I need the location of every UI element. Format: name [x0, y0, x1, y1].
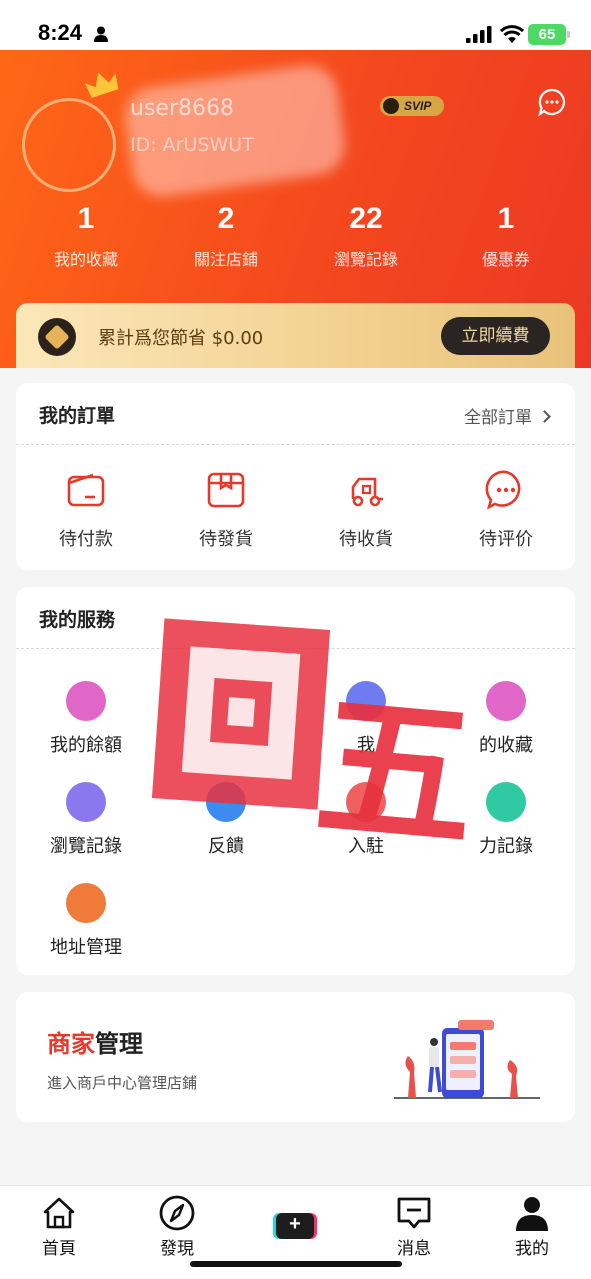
service-balance[interactable]: 我的餘額 — [16, 681, 156, 757]
stamp-char-five: 五 — [309, 674, 483, 872]
status-time: 8:24 — [38, 20, 83, 45]
stat-followed-stores[interactable]: 2 關注店鋪 — [156, 202, 296, 270]
wifi-icon — [500, 25, 524, 43]
tab-home[interactable]: 首頁 — [14, 1194, 104, 1259]
all-orders-link[interactable]: 全部訂單 — [464, 403, 551, 428]
home-indicator — [190, 1261, 402, 1267]
renew-button[interactable]: 立即續費 — [441, 317, 550, 355]
stat-value: 1 — [77, 202, 95, 235]
services-title: 我的服務 — [39, 609, 116, 631]
battery-indicator: 65 — [528, 24, 570, 45]
publish-button[interactable]: + — [276, 1213, 314, 1239]
avatar[interactable] — [22, 98, 116, 192]
chevron-right-icon — [538, 410, 551, 423]
merchant-card[interactable]: 商家管理 進入商戶中心管理店鋪 — [16, 992, 575, 1122]
orders-card: 我的訂單 全部訂單 待付款 待發貨 待收貨 待评价 — [16, 383, 575, 570]
comment-icon — [485, 470, 521, 510]
tab-me[interactable]: 我的 — [487, 1194, 577, 1259]
stat-value: 2 — [217, 202, 235, 235]
divider — [16, 444, 575, 445]
signal-icon — [466, 26, 492, 43]
footprint-icon — [66, 782, 106, 822]
box-icon — [207, 472, 245, 508]
stamp-overlay: 五 — [148, 610, 508, 871]
money-bag-icon — [66, 681, 106, 721]
stat-value: 1 — [497, 202, 515, 235]
order-pending-payment[interactable]: 待付款 — [16, 469, 156, 551]
tab-messages[interactable]: 消息 — [369, 1194, 459, 1259]
vip-diamond-icon — [38, 318, 76, 356]
redaction-mask — [121, 61, 349, 201]
order-pending-receipt[interactable]: 待收貨 — [296, 469, 436, 551]
crown-icon — [84, 72, 119, 98]
merchant-title: 商家管理 — [47, 1030, 143, 1058]
stat-label: 關注店鋪 — [193, 250, 258, 269]
compass-icon — [159, 1195, 195, 1231]
service-history[interactable]: 瀏覽記錄 — [16, 782, 156, 858]
merchant-subtitle: 進入商戶中心管理店鋪 — [47, 1074, 198, 1092]
stat-label: 優惠券 — [481, 250, 530, 269]
diamond-icon — [383, 98, 399, 114]
message-icon — [397, 1197, 431, 1229]
chat-bubble-icon[interactable] — [538, 88, 566, 116]
svip-badge[interactable]: SVIP — [380, 96, 444, 116]
truck-icon — [351, 477, 383, 507]
order-pending-shipment[interactable]: 待發貨 — [156, 469, 296, 551]
profile-header: user8668 ID: ArUSWUT SVIP 1 我的收藏 2 關注店鋪 … — [0, 50, 591, 368]
stat-history[interactable]: 22 瀏覽記錄 — [296, 202, 436, 270]
stat-favorites[interactable]: 1 我的收藏 — [16, 202, 156, 270]
wallet-icon — [67, 473, 105, 507]
stat-coupons[interactable]: 1 優惠券 — [436, 202, 576, 270]
savings-text: 累計爲您節省 $0.00 — [98, 328, 264, 349]
stat-label: 瀏覽記錄 — [333, 250, 398, 269]
order-pending-review[interactable]: 待评价 — [436, 469, 576, 551]
merchant-illustration — [394, 1020, 540, 1099]
person-icon — [516, 1197, 548, 1231]
vip-savings-bar: 累計爲您節省 $0.00 立即續費 — [16, 303, 575, 368]
person-icon — [94, 26, 108, 42]
stat-value: 22 — [349, 202, 383, 235]
home-icon — [43, 1197, 75, 1229]
location-icon — [66, 883, 106, 923]
orders-title: 我的訂單 — [39, 405, 116, 427]
service-address[interactable]: 地址管理 — [16, 883, 156, 959]
status-bar: 8:24 65 — [0, 0, 591, 50]
stat-label: 我的收藏 — [53, 250, 118, 269]
tab-discover[interactable]: 發現 — [132, 1194, 222, 1259]
